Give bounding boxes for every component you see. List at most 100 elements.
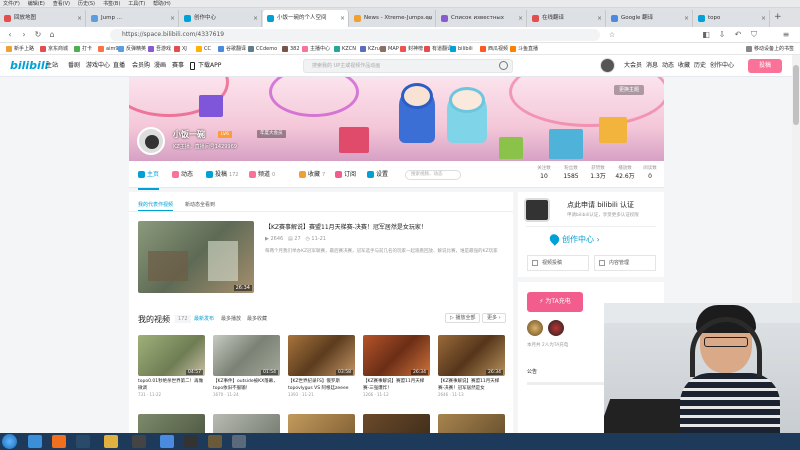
avatar[interactable]: [600, 58, 615, 73]
bookmark-item[interactable]: 吾游戏: [148, 43, 171, 55]
nav-game-center[interactable]: 游戏中心: [86, 55, 110, 77]
sort-most-favorited[interactable]: 最多收藏: [247, 315, 267, 323]
bookmark-item[interactable]: 打卡: [74, 43, 92, 55]
video-title[interactable]: 【KZ事件】outside被KX落幕，topo依旧不服输！: [213, 378, 280, 392]
video-card[interactable]: 04:57 topo0.01秒绝杀世界第二！再做微调 731 · 11-22: [138, 335, 205, 398]
featured-video-title[interactable]: 【KZ赛事解说】赛盟11月天梯赛-决赛！冠军居然是女玩家！: [265, 222, 427, 231]
tab-new-dynamics[interactable]: 新动态全看到: [185, 200, 215, 210]
nav-live[interactable]: 直播: [113, 55, 125, 77]
nav-esports[interactable]: 赛事: [172, 55, 184, 77]
extension-icon[interactable]: ◧: [700, 29, 712, 41]
nav-main[interactable]: 主站: [46, 55, 58, 77]
close-icon[interactable]: ×: [427, 10, 432, 27]
video-thumbnail[interactable]: 26:34: [438, 335, 505, 376]
video-title[interactable]: topo0.01秒绝杀世界第二！再做微调: [138, 378, 205, 392]
nav-manga[interactable]: 漫画: [154, 55, 166, 77]
media-icon[interactable]: [184, 435, 198, 448]
bookmark-item[interactable]: 382: [282, 43, 300, 55]
menu-bookmarks[interactable]: 书签(B): [100, 0, 123, 8]
kz-app-icon[interactable]: [160, 435, 174, 448]
close-icon[interactable]: ×: [170, 10, 175, 27]
sort-latest[interactable]: 最新发布: [194, 315, 214, 323]
page-scrollbar[interactable]: [792, 55, 800, 303]
close-icon[interactable]: ×: [518, 10, 523, 27]
upload-button[interactable]: 投稿: [748, 59, 782, 73]
obs-icon[interactable]: [132, 435, 146, 448]
video-thumbnail[interactable]: 26:34: [363, 335, 430, 376]
nav-anime[interactable]: 番剧: [68, 55, 80, 77]
shield-icon[interactable]: ⛉: [748, 29, 760, 41]
bookmark-item[interactable]: 封神榜: [400, 43, 423, 55]
menu-history[interactable]: 历史(S): [75, 0, 98, 8]
tab-1[interactable]: 回放地图 ×: [0, 10, 86, 27]
video-card[interactable]: 03:58 【KZ世界纪录FS】俄罗斯topovlygus VS 阿根廷zeee…: [288, 335, 355, 398]
steam-icon[interactable]: [76, 435, 90, 448]
creator-center-link[interactable]: 创作中心 ›: [547, 232, 600, 246]
download-icon[interactable]: ⇩: [716, 29, 728, 41]
start-button-icon[interactable]: [2, 434, 17, 449]
profile-search-input[interactable]: 搜索视频、动态: [405, 170, 461, 180]
nav-messages[interactable]: 消息: [646, 55, 658, 77]
tab-subscriptions[interactable]: 订阅: [335, 161, 356, 188]
video-title[interactable]: 【KZ世界纪录FS】俄罗斯topovlygus VS 阿根廷zeeee: [288, 378, 355, 392]
video-thumbnail[interactable]: 01:54: [213, 335, 280, 376]
bookmark-item[interactable]: bilibili: [450, 43, 473, 55]
bookmark-item[interactable]: 有道翻译: [424, 43, 452, 55]
bookmark-item[interactable]: 谷歌翻译: [218, 43, 246, 55]
tab-2[interactable]: Jump ... ×: [87, 10, 179, 27]
nav-vip[interactable]: 大会员: [624, 55, 642, 77]
bookmark-item[interactable]: 主播中心: [302, 43, 330, 55]
home-icon[interactable]: ⌂: [46, 29, 58, 41]
bookmark-item[interactable]: 新手上路: [6, 43, 34, 55]
video-title[interactable]: 【KZ赛事解说】赛盟11月天梯赛-决赛！冠军居然是女: [438, 378, 505, 392]
close-icon[interactable]: ×: [340, 10, 345, 27]
video-thumbnail[interactable]: 04:57: [138, 335, 205, 376]
search-input[interactable]: 搜索我的 UP主或视频作品动画: [303, 59, 513, 73]
back-arrow-icon[interactable]: ‹: [4, 29, 16, 41]
address-bar[interactable]: https://space.bilibili.com/4337619: [110, 29, 600, 41]
close-icon[interactable]: ×: [684, 10, 689, 27]
stat-followers[interactable]: 粉丝数 1585: [556, 165, 586, 182]
tab-8[interactable]: Google 翻译 ×: [607, 10, 693, 27]
nav-dynamics[interactable]: 动态: [662, 55, 674, 77]
counter-strike-icon[interactable]: [208, 435, 222, 448]
tab-uploads[interactable]: 投稿 172: [206, 161, 238, 189]
tab-5[interactable]: News - Xtreme-Jumps.eu ×: [350, 10, 436, 27]
menu-tools[interactable]: 工具(T): [125, 0, 148, 8]
nav-shop[interactable]: 会员购: [132, 55, 150, 77]
close-icon[interactable]: ×: [597, 10, 602, 27]
menu-view[interactable]: 查看(V): [50, 0, 73, 8]
new-tab-plus-icon[interactable]: +: [774, 12, 782, 22]
bookmark-item[interactable]: CCdemo: [248, 43, 277, 55]
app-icon[interactable]: [232, 435, 246, 448]
menu-icon[interactable]: ≡: [780, 29, 792, 41]
folder-icon[interactable]: [104, 435, 118, 448]
verify-title[interactable]: 点此申请 bilibili 认证: [567, 200, 634, 210]
nav-favorites[interactable]: 收藏: [678, 55, 690, 77]
video-upload-button[interactable]: 视频投稿: [527, 255, 589, 271]
stat-following[interactable]: 关注数 10: [529, 165, 559, 182]
featured-video-thumbnail[interactable]: 26:34: [138, 221, 254, 293]
firefox-icon[interactable]: [52, 435, 66, 448]
bookmark-item[interactable]: 反弹精英: [118, 43, 146, 55]
bookmark-item[interactable]: 斗鱼直播: [510, 43, 538, 55]
star-icon[interactable]: ☆: [606, 29, 618, 41]
video-card[interactable]: 01:54 【KZ事件】outside被KX落幕，topo依旧不服输！ 1670…: [213, 335, 280, 398]
bookmark-item[interactable]: KZru: [360, 43, 380, 55]
tab-favorites[interactable]: 收藏 7: [299, 161, 325, 189]
tab-home[interactable]: 主页: [138, 161, 160, 190]
charger-avatar[interactable]: [548, 320, 564, 336]
menu-file[interactable]: 文件(F): [0, 0, 23, 8]
bookmark-item[interactable]: 西瓜视频: [480, 43, 508, 55]
reload-icon[interactable]: ↻: [32, 29, 44, 41]
nav-creator-center[interactable]: 创作中心: [710, 55, 734, 77]
bilibili-logo[interactable]: bilibili: [10, 58, 48, 74]
charger-avatar[interactable]: [527, 320, 543, 336]
other-bookmarks-folder[interactable]: 移动设备上的书签: [746, 43, 794, 55]
undo-icon[interactable]: ↶: [732, 29, 744, 41]
content-manage-button[interactable]: 内容管理: [594, 255, 656, 271]
tab-6[interactable]: Список известных ×: [437, 10, 527, 27]
close-icon[interactable]: ×: [77, 10, 82, 27]
change-theme-button[interactable]: 更换主题: [613, 85, 644, 95]
video-thumbnail[interactable]: 03:58: [288, 335, 355, 376]
